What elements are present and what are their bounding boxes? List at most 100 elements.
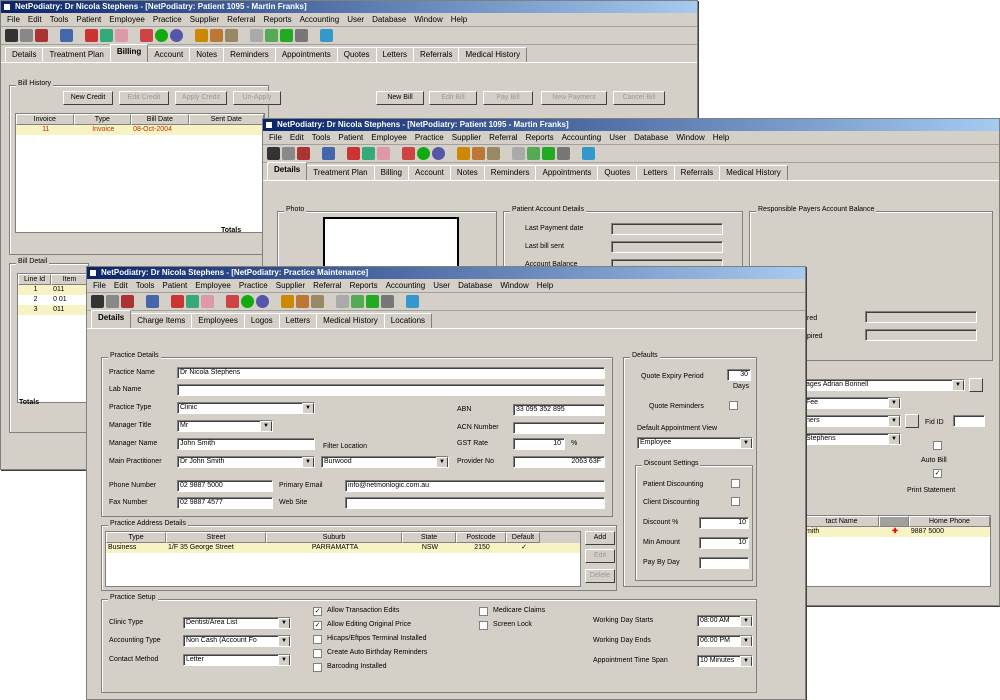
practice-window-titlebar[interactable]: NetPodiatry: Dr Nicola Stephens - [NetPo…	[87, 267, 805, 279]
barcoding-checkbox[interactable]	[313, 663, 322, 672]
working-day-starts-dropdown[interactable]: 08:00 AM	[697, 615, 753, 627]
hammer-icon[interactable]	[457, 147, 470, 160]
main-practitioner-dropdown[interactable]: Dr John Smith	[177, 456, 315, 468]
refresh-icon[interactable]	[432, 147, 445, 160]
col-suburb[interactable]: Suburb	[266, 532, 402, 543]
menu-user[interactable]: User	[347, 15, 364, 24]
menu-tools[interactable]: Tools	[312, 133, 331, 142]
folder-icon[interactable]	[115, 29, 128, 42]
tab-reminders[interactable]: Reminders	[223, 47, 276, 62]
calendar-icon[interactable]	[347, 147, 360, 160]
print-statement-checkbox[interactable]: ✓	[933, 469, 942, 478]
abn-field[interactable]: 33 095 352 895	[513, 404, 605, 416]
filter-location-dropdown[interactable]: Burwood	[321, 456, 449, 468]
col-item[interactable]: Item	[51, 274, 88, 285]
gift-icon[interactable]	[402, 147, 415, 160]
menu-help[interactable]: Help	[713, 133, 729, 142]
tab-quotes[interactable]: Quotes	[336, 47, 377, 62]
green-circle-icon[interactable]	[155, 29, 168, 42]
col-postcode[interactable]: Postcode	[456, 532, 506, 543]
refresh-icon[interactable]	[256, 295, 269, 308]
manager-title-dropdown[interactable]: Mr	[177, 420, 273, 432]
people-icon[interactable]	[146, 295, 159, 308]
letters-icon[interactable]	[225, 29, 238, 42]
menu-accounting[interactable]: Accounting	[562, 133, 602, 142]
exit-icon[interactable]	[406, 295, 419, 308]
hicaps-checkbox[interactable]	[313, 635, 322, 644]
bell-icon[interactable]	[20, 29, 33, 42]
menu-edit[interactable]: Edit	[114, 281, 128, 290]
menu-tools[interactable]: Tools	[50, 15, 69, 24]
menu-window[interactable]: Window	[676, 133, 704, 142]
edit-address-button[interactable]: Edit	[585, 549, 615, 563]
quote-reminders-checkbox[interactable]	[729, 401, 738, 410]
calendar-icon[interactable]	[85, 29, 98, 42]
monitor-icon[interactable]	[557, 147, 570, 160]
menu-patient[interactable]: Patient	[338, 133, 363, 142]
fee-dropdown[interactable]: Fee	[803, 397, 901, 409]
bell-icon[interactable]	[106, 295, 119, 308]
primary-email-field[interactable]: info@netmonlogic.com.au	[345, 480, 605, 492]
menu-edit[interactable]: Edit	[290, 133, 304, 142]
tab-quotes[interactable]: Quotes	[597, 165, 638, 180]
menu-reports[interactable]: Reports	[350, 281, 378, 290]
col-contact-name[interactable]: tact Name	[804, 516, 880, 527]
col-type[interactable]: Type	[106, 532, 166, 543]
gst-rate-field[interactable]: 10	[513, 438, 565, 450]
last-bill-field[interactable]	[611, 241, 723, 253]
calculator-icon[interactable]	[336, 295, 349, 308]
un-apply-button[interactable]: Un-Apply	[233, 91, 281, 105]
chart-icon[interactable]	[265, 29, 278, 42]
menu-employee[interactable]: Employee	[195, 281, 231, 290]
tab-letters[interactable]: Letters	[636, 165, 675, 180]
tab-medical-history[interactable]: Medical History	[458, 47, 528, 62]
auto-bill-checkbox[interactable]	[933, 441, 942, 450]
apply-credit-button[interactable]: Apply Credit	[175, 91, 227, 105]
shield-icon[interactable]	[186, 295, 199, 308]
menu-window[interactable]: Window	[414, 15, 442, 24]
tab-details[interactable]: Details	[267, 162, 308, 180]
tab-appointments[interactable]: Appointments	[535, 165, 599, 180]
tab-logos[interactable]: Logos	[243, 313, 280, 328]
col-line-id[interactable]: Line Id	[18, 274, 52, 285]
partners-lookup-button[interactable]	[905, 414, 919, 428]
accounting-type-dropdown[interactable]: Non Cash (Account Fo	[183, 635, 291, 647]
menu-reports[interactable]: Reports	[526, 133, 554, 142]
tab-notes[interactable]: Notes	[189, 47, 225, 62]
menu-accounting[interactable]: Accounting	[300, 15, 340, 24]
appointment-time-span-dropdown[interactable]: 10 Minutes	[697, 655, 753, 667]
tab-account[interactable]: Account	[407, 165, 451, 180]
tab-locations[interactable]: Locations	[383, 313, 433, 328]
folder-icon[interactable]	[377, 147, 390, 160]
tree-icon[interactable]	[542, 147, 555, 160]
practice-name-field[interactable]: Dr Nicola Stephens	[177, 367, 605, 379]
col-invoice[interactable]: Invoice	[16, 114, 74, 125]
menu-tools[interactable]: Tools	[136, 281, 155, 290]
col-type[interactable]: Type	[73, 114, 132, 125]
col-home-phone[interactable]: Home Phone	[908, 516, 990, 527]
tab-billing[interactable]: Billing	[109, 44, 149, 62]
col-default[interactable]: Default	[506, 532, 540, 543]
book-icon[interactable]	[121, 295, 134, 308]
menu-supplier[interactable]: Supplier	[452, 133, 481, 142]
manager-name-field[interactable]: John Smith	[177, 438, 315, 450]
fax-number-field[interactable]: 02 9887 4577	[177, 497, 273, 509]
referrer-dropdown[interactable]: ages Adrian Bonnell	[803, 379, 965, 391]
tab-details[interactable]: Details	[91, 310, 132, 328]
binoculars-icon[interactable]	[5, 29, 18, 42]
menu-patient[interactable]: Patient	[76, 15, 101, 24]
new-bill-button[interactable]: New Bill	[376, 91, 424, 105]
table-row[interactable]: 2 0 01	[18, 295, 88, 305]
book-icon[interactable]	[297, 147, 310, 160]
tab-medical-history[interactable]: Medical History	[719, 165, 788, 180]
min-amount-field[interactable]: 10	[699, 537, 749, 549]
calculator-icon[interactable]	[512, 147, 525, 160]
pay-by-day-field[interactable]	[699, 557, 749, 569]
tab-appointments[interactable]: Appointments	[274, 47, 338, 62]
last-payment-field[interactable]	[611, 223, 723, 235]
tab-details[interactable]: Details	[5, 47, 44, 62]
red-field[interactable]	[865, 311, 977, 323]
table-row[interactable]: 1 011	[18, 285, 88, 295]
birthday-reminders-checkbox[interactable]	[313, 649, 322, 658]
allow-editing-price-checkbox[interactable]: ✓	[313, 621, 322, 630]
